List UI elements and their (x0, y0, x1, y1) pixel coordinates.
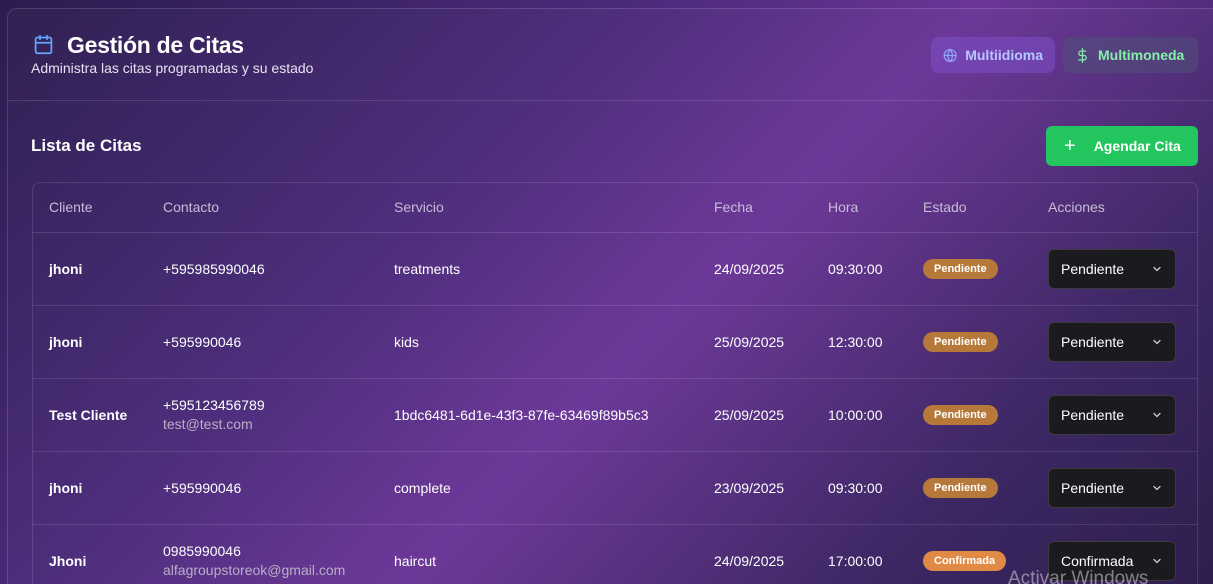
cell-acciones: Pendiente (1032, 378, 1197, 452)
contact-email: alfagroupstoreok@gmail.com (163, 562, 346, 578)
cell-servicio: treatments (378, 232, 698, 306)
cell-servicio: complete (378, 451, 698, 525)
cell-hora: 10:00:00 (812, 378, 907, 452)
cell-estado: Pendiente (907, 451, 1032, 525)
page-subtitle: Administra las citas programadas y su es… (31, 60, 314, 76)
chevron-down-icon (1153, 412, 1161, 417)
cell-contacto: +595123456789 test@test.com (147, 378, 378, 452)
contact-phone: +595985990046 (163, 260, 265, 277)
page-header: Gestión de Citas Administra las citas pr… (8, 9, 1213, 101)
cell-contacto: +595985990046 (147, 232, 378, 306)
column-header-servicio: Servicio (378, 183, 698, 233)
chevron-down-icon (1153, 485, 1161, 490)
column-header-cliente: Cliente (33, 183, 147, 233)
cell-acciones: Pendiente (1032, 232, 1197, 306)
cell-acciones: Pendiente (1032, 451, 1197, 525)
cell-contacto: +595990046 (147, 451, 378, 525)
column-header-hora: Hora (812, 183, 907, 233)
appointments-table: Cliente Contacto Servicio Fecha Hora Est… (32, 182, 1198, 584)
dollar-icon (1078, 47, 1087, 63)
plus-icon: + (1064, 135, 1076, 157)
status-select-value: Confirmada (1061, 552, 1134, 569)
contact-email: test@test.com (163, 416, 253, 432)
cell-cliente: jhoni (33, 305, 147, 379)
status-badge: Confirmada (923, 550, 1007, 571)
multicurrency-label: Multimoneda (1098, 47, 1185, 63)
status-select-value: Pendiente (1061, 406, 1125, 423)
column-header-acciones: Acciones (1032, 183, 1197, 233)
contact-phone: 0985990046 (163, 543, 241, 559)
multicurrency-button[interactable]: Multimoneda (1063, 37, 1198, 73)
status-select[interactable]: Pendiente (1048, 394, 1176, 435)
status-select-value: Pendiente (1061, 260, 1125, 277)
cell-servicio: kids (378, 305, 698, 379)
table-row: Test Cliente +595123456789 test@test.com 1b… (33, 378, 1197, 452)
cell-acciones: Pendiente (1032, 305, 1197, 379)
cell-fecha: 25/09/2025 (698, 378, 812, 452)
status-select-value: Pendiente (1061, 333, 1125, 350)
status-badge: Pendiente (923, 258, 998, 279)
add-appointment-button[interactable]: + Agendar Cita (1046, 126, 1198, 166)
contact-phone: +595990046 (163, 333, 242, 350)
list-title: Lista de Citas (31, 136, 142, 155)
cell-hora: 17:00:00 (812, 524, 907, 584)
cell-servicio: haircut (378, 524, 698, 584)
chevron-down-icon (1153, 266, 1161, 271)
status-select-value: Pendiente (1061, 479, 1125, 496)
cell-cliente: Test Cliente (33, 378, 147, 452)
table-row: jhoni +595990046 kids 25/09/2025 12:30:00 Pen… (33, 305, 1197, 379)
cell-hora: 09:30:00 (812, 451, 907, 525)
status-badge: Pendiente (923, 477, 998, 498)
cell-fecha: 25/09/2025 (698, 305, 812, 379)
multilanguage-label: Multiidioma (965, 47, 1043, 63)
chevron-down-icon (1153, 339, 1161, 344)
cell-hora: 12:30:00 (812, 305, 907, 379)
status-badge: Pendiente (923, 331, 998, 352)
add-appointment-label: Agendar Cita (1093, 138, 1181, 154)
status-badge: Pendiente (923, 404, 998, 425)
column-header-fecha: Fecha (698, 183, 812, 233)
cell-estado: Pendiente (907, 305, 1032, 379)
cell-cliente: jhoni (33, 451, 147, 525)
windows-activation-watermark: Activar Windows (1008, 568, 1149, 584)
cell-fecha: 24/09/2025 (698, 232, 812, 306)
multilanguage-button[interactable]: Multiidioma (931, 37, 1055, 73)
status-select[interactable]: Pendiente (1048, 321, 1176, 362)
cell-servicio: 1bdc6481-6d1e-43f3-87fe-63469f89b5c3 (378, 378, 698, 452)
table-row: jhoni +595990046 complete 23/09/2025 09:30:0… (33, 451, 1197, 525)
page-title: Gestión de Citas (67, 32, 244, 58)
status-select[interactable]: Pendiente (1048, 248, 1176, 289)
status-select[interactable]: Pendiente (1048, 467, 1176, 508)
table-row: jhoni +595985990046 treatments 24/09/2025 09… (33, 232, 1197, 306)
cell-fecha: 23/09/2025 (698, 451, 812, 525)
globe-icon (943, 48, 957, 62)
calendar-icon (34, 34, 53, 55)
cell-estado: Pendiente (907, 232, 1032, 306)
cell-contacto: +595990046 (147, 305, 378, 379)
chevron-down-icon (1153, 558, 1161, 563)
column-header-estado: Estado (907, 183, 1032, 233)
cell-estado: Pendiente (907, 378, 1032, 452)
cell-fecha: 24/09/2025 (698, 524, 812, 584)
cell-hora: 09:30:00 (812, 232, 907, 306)
contact-phone: +595123456789 (163, 397, 265, 413)
column-header-contacto: Contacto (147, 183, 378, 233)
cell-cliente: jhoni (33, 232, 147, 306)
cell-cliente: Jhoni (33, 524, 147, 584)
contact-phone: +595990046 (163, 479, 242, 496)
table-header-row: Cliente Contacto Servicio Fecha Hora Est… (33, 183, 1197, 233)
cell-contacto: 0985990046 alfagroupstoreok@gmail.com (147, 524, 378, 584)
